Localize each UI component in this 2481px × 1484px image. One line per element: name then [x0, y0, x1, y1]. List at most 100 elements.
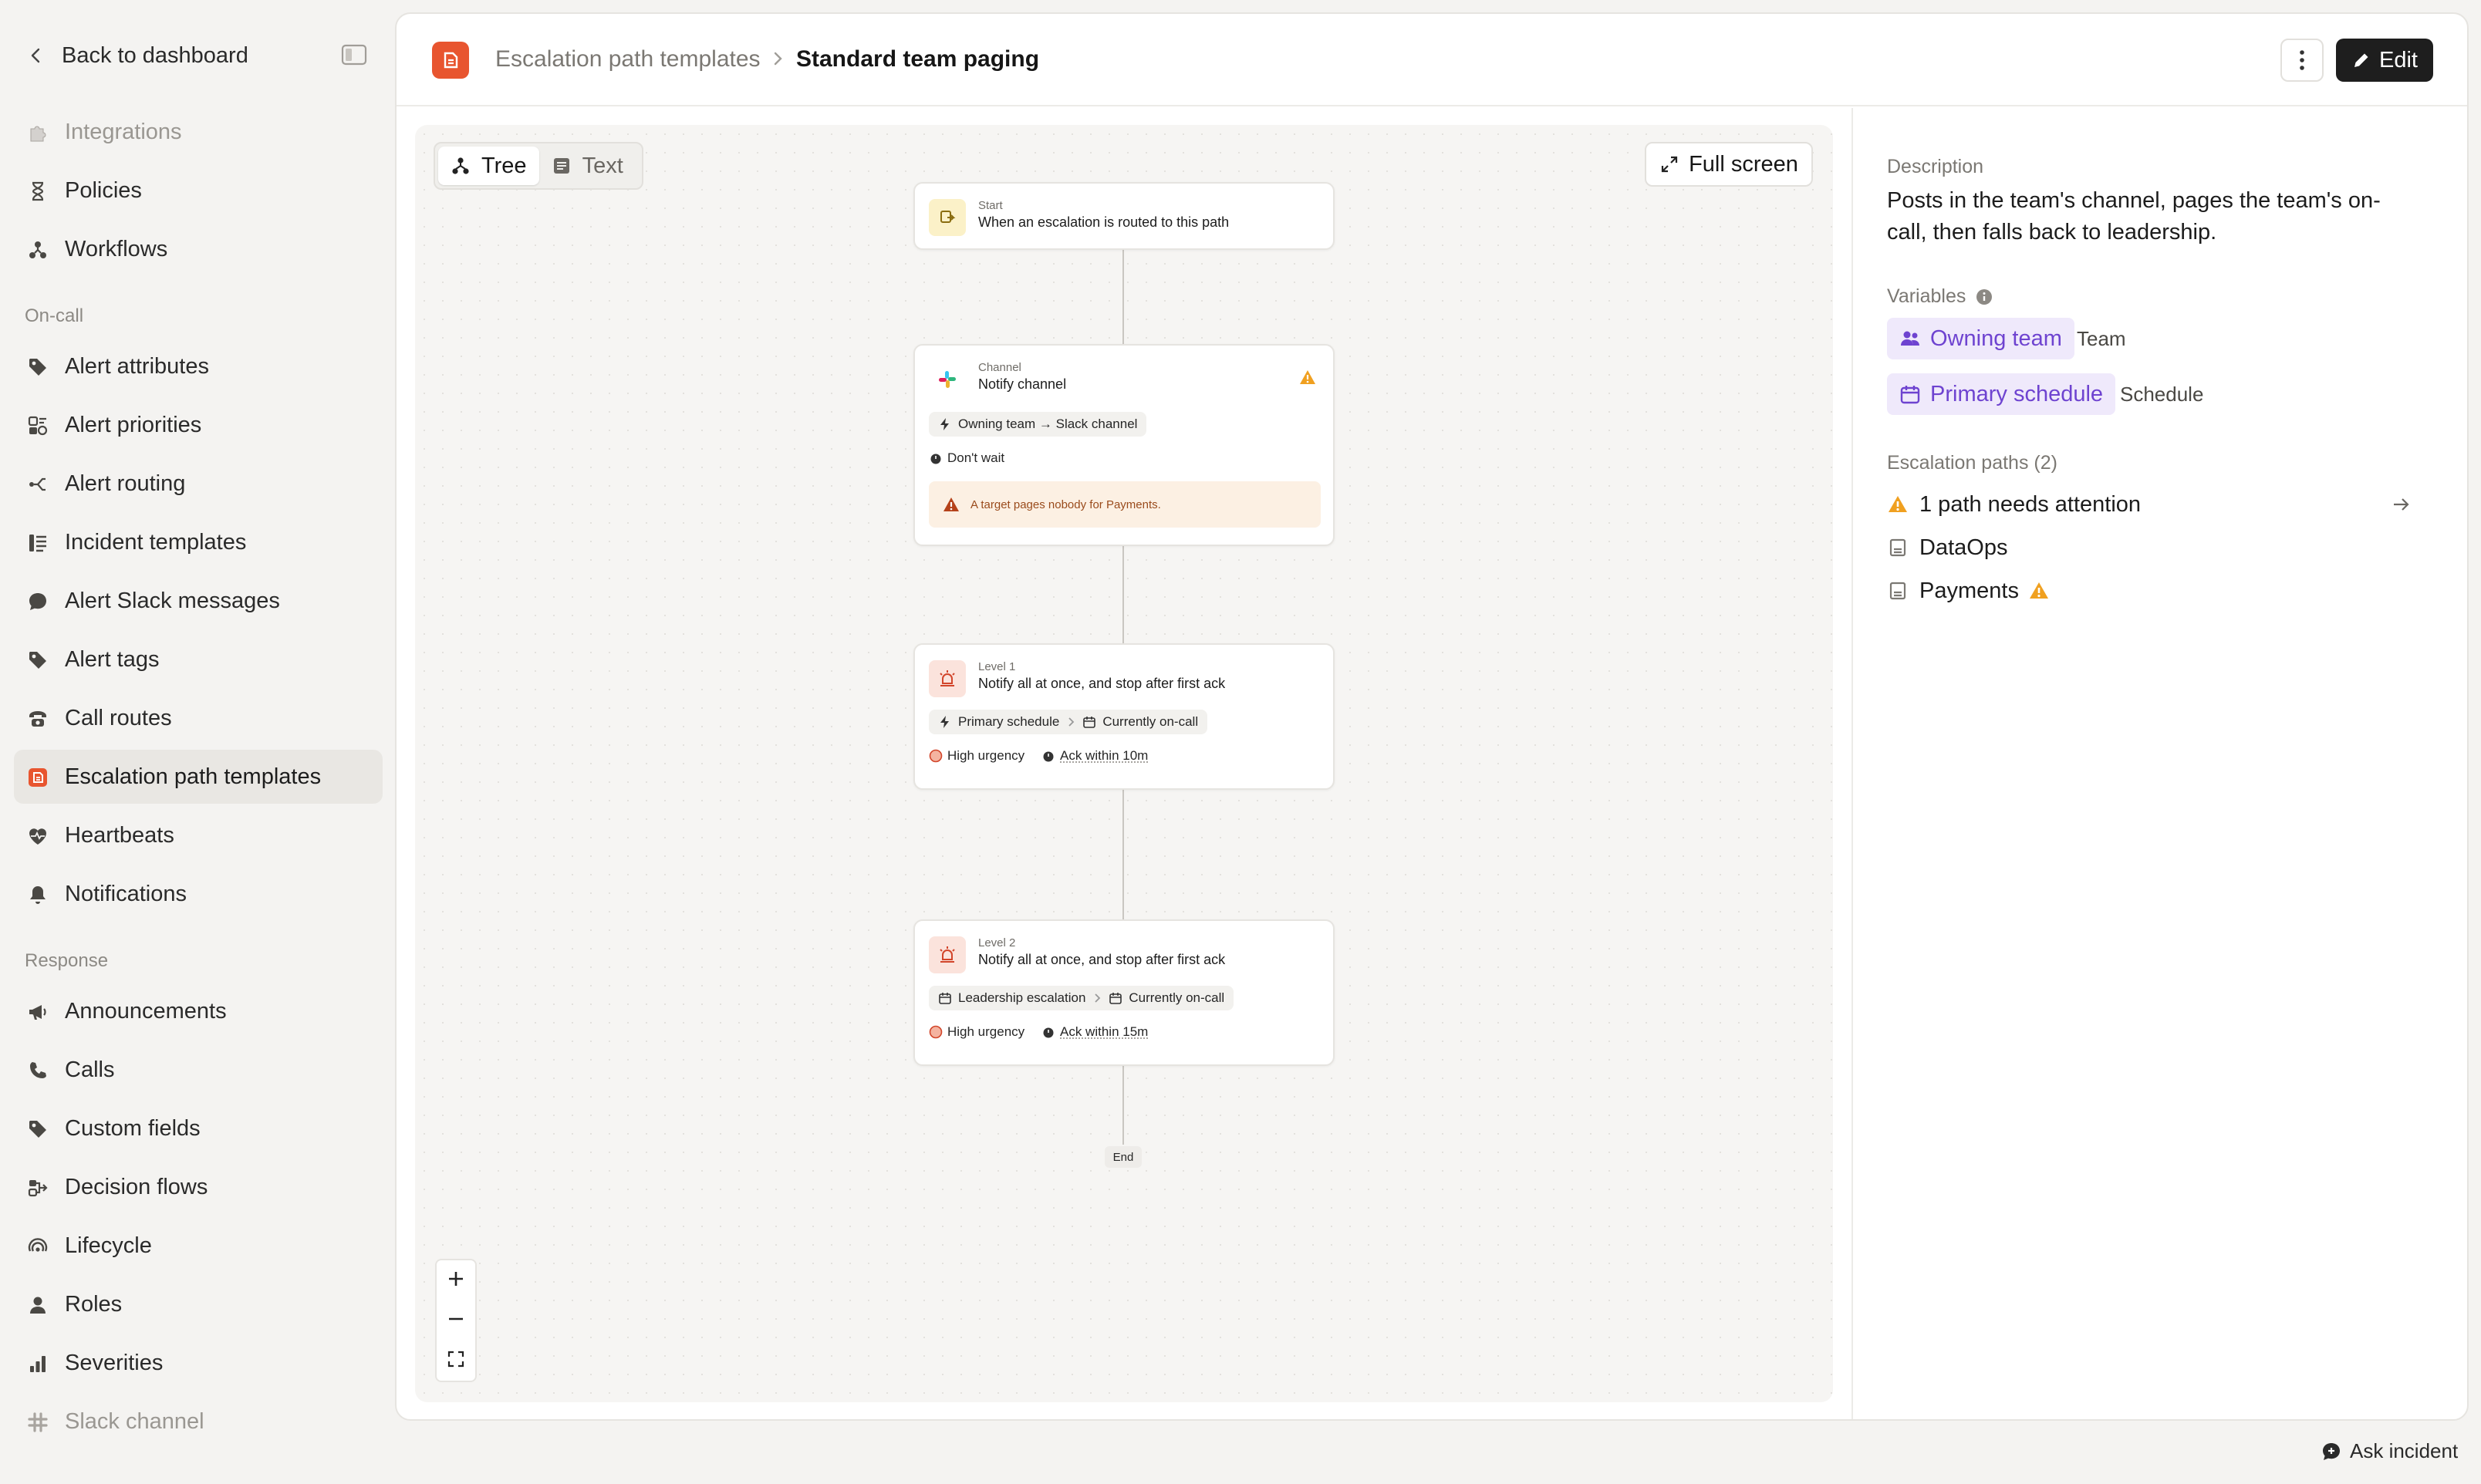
- sidebar-item-roles[interactable]: Roles: [14, 1277, 383, 1331]
- ask-incident-button[interactable]: Ask incident: [2321, 1439, 2458, 1463]
- sidebar-item-alert-priorities[interactable]: Alert priorities: [14, 398, 383, 452]
- level-1-target-chip[interactable]: Primary schedule Currently on-call: [929, 710, 1208, 734]
- siren-icon: [929, 660, 966, 697]
- sidebar: Back to dashboard Integrations Policies …: [0, 0, 392, 1484]
- calendar-icon: [1899, 383, 1921, 405]
- bars-icon: [26, 1352, 49, 1375]
- variable-chip-primary-schedule[interactable]: Primary schedule: [1887, 373, 2116, 415]
- chat-icon: [26, 590, 49, 613]
- zoom-in-button[interactable]: [437, 1260, 475, 1300]
- sidebar-item-alert-routing[interactable]: Alert routing: [14, 457, 383, 511]
- calendar-icon: [1082, 715, 1096, 729]
- zoom-out-button[interactable]: [437, 1300, 475, 1341]
- calendar-icon: [1109, 991, 1122, 1005]
- escalation-tree-canvas[interactable]: Tree Text Full screen Start When an esca…: [415, 125, 1833, 1402]
- escalation-path-icon: [1887, 580, 1909, 602]
- connector-line: [1122, 788, 1124, 919]
- phone-icon: [26, 707, 49, 730]
- sidebar-item-decision-flows[interactable]: Decision flows: [14, 1160, 383, 1214]
- sidebar-item-alert-tags[interactable]: Alert tags: [14, 632, 383, 686]
- sidebar-item-calls[interactable]: Calls: [14, 1043, 383, 1097]
- breadcrumb-parent[interactable]: Escalation path templates: [495, 46, 761, 73]
- arrow-right-icon: [2390, 494, 2412, 515]
- tab-text[interactable]: Text: [539, 147, 636, 185]
- tag-icon: [26, 356, 49, 379]
- sidebar-item-heartbeats[interactable]: Heartbeats: [14, 808, 383, 862]
- urgency-dot-icon: [929, 1025, 943, 1039]
- main-panel: Escalation path templates Standard team …: [395, 12, 2469, 1421]
- sidebar-item-announcements[interactable]: Announcements: [14, 984, 383, 1038]
- level-1-node[interactable]: Level 1 Notify all at once, and stop aft…: [913, 643, 1335, 790]
- escalation-paths-label: Escalation paths (2): [1887, 452, 2057, 474]
- escalation-icon: [26, 766, 49, 789]
- urgency-dot-icon: [929, 749, 943, 763]
- lifecycle-icon: [26, 1235, 49, 1258]
- view-toggle: Tree Text: [434, 142, 643, 190]
- tab-tree[interactable]: Tree: [438, 147, 539, 185]
- sidebar-item-workflows[interactable]: Workflows: [14, 222, 383, 276]
- start-node[interactable]: Start When an escalation is routed to th…: [913, 182, 1335, 250]
- start-trigger-icon: [929, 199, 966, 236]
- flow-icon: [26, 1176, 49, 1199]
- warning-icon: [943, 496, 960, 513]
- chat-bubble-icon: [2321, 1441, 2342, 1462]
- sidebar-item-lifecycle[interactable]: Lifecycle: [14, 1219, 383, 1273]
- warning-icon: [2028, 580, 2050, 602]
- section-label-oncall: On-call: [25, 305, 84, 326]
- back-to-dashboard-link[interactable]: Back to dashboard: [25, 35, 372, 76]
- sidebar-item-escalation-path-templates[interactable]: Escalation path templates: [14, 750, 383, 804]
- stopwatch-icon: [1041, 1025, 1055, 1039]
- sidebar-collapse-icon[interactable]: [341, 43, 367, 66]
- workflow-icon: [26, 238, 49, 261]
- sidebar-item-alert-slack-messages[interactable]: Alert Slack messages: [14, 574, 383, 628]
- attention-row[interactable]: 1 path needs attention: [1887, 489, 2412, 520]
- full-screen-button[interactable]: Full screen: [1645, 142, 1813, 187]
- sidebar-item-slack-channel[interactable]: Slack channel: [14, 1395, 383, 1449]
- calendar-icon: [938, 991, 952, 1005]
- tree-icon: [451, 156, 471, 176]
- ack-timeout-label: Ack within 15m: [1041, 1024, 1148, 1040]
- variable-type-team: Team: [2077, 327, 2126, 350]
- tag-icon: [26, 649, 49, 672]
- hourglass-icon: [26, 180, 49, 203]
- puzzle-icon: [26, 121, 49, 144]
- connector-line: [1122, 248, 1124, 344]
- description-label: Description: [1887, 156, 1984, 177]
- sidebar-item-integrations[interactable]: Integrations: [14, 105, 383, 159]
- details-panel: Description Posts in the team's channel,…: [1851, 108, 2467, 1419]
- escalation-path-payments[interactable]: Payments: [1887, 575, 2412, 606]
- escalation-path-dataops[interactable]: DataOps: [1887, 532, 2412, 563]
- channel-target-chip[interactable]: Owning team → Slack channel: [929, 412, 1147, 437]
- header-bar: Escalation path templates Standard team …: [397, 14, 2467, 106]
- chevron-right-icon: [1064, 715, 1078, 729]
- sidebar-item-notifications[interactable]: Notifications: [14, 867, 383, 921]
- variable-type-schedule: Schedule: [2120, 383, 2204, 406]
- channel-node[interactable]: Channel Notify channel Owning team → Sla…: [913, 344, 1335, 546]
- sidebar-item-incident-templates[interactable]: Incident templates: [14, 515, 383, 569]
- escalation-path-icon: [1887, 537, 1909, 558]
- person-icon: [26, 1293, 49, 1317]
- escalation-template-icon: [432, 42, 469, 79]
- sidebar-item-custom-fields[interactable]: Custom fields: [14, 1101, 383, 1155]
- end-node: End: [1105, 1146, 1142, 1168]
- sidebar-item-policies[interactable]: Policies: [14, 164, 383, 218]
- variable-chip-owning-team[interactable]: Owning team: [1887, 318, 2074, 359]
- people-icon: [1899, 328, 1921, 349]
- sidebar-item-severities[interactable]: Severities: [14, 1336, 383, 1390]
- sidebar-item-alert-attributes[interactable]: Alert attributes: [14, 339, 383, 393]
- level-2-node[interactable]: Level 2 Notify all at once, and stop aft…: [913, 919, 1335, 1066]
- plus-icon: [446, 1269, 466, 1293]
- fit-view-button[interactable]: [437, 1341, 475, 1381]
- more-options-button[interactable]: [2280, 39, 2324, 82]
- chevron-right-icon: [767, 48, 788, 69]
- edit-button[interactable]: Edit: [2336, 39, 2433, 82]
- page-title: Standard team paging: [796, 46, 1040, 72]
- level-2-target-chip[interactable]: Leadership escalation Currently on-call: [929, 986, 1234, 1010]
- sidebar-item-call-routes[interactable]: Call routes: [14, 691, 383, 745]
- text-lines-icon: [552, 156, 572, 176]
- pencil-icon: [2351, 50, 2371, 70]
- heartbeat-icon: [26, 825, 49, 848]
- info-icon[interactable]: [1975, 288, 1993, 306]
- bolt-icon: [938, 417, 952, 431]
- priority-icon: [26, 414, 49, 437]
